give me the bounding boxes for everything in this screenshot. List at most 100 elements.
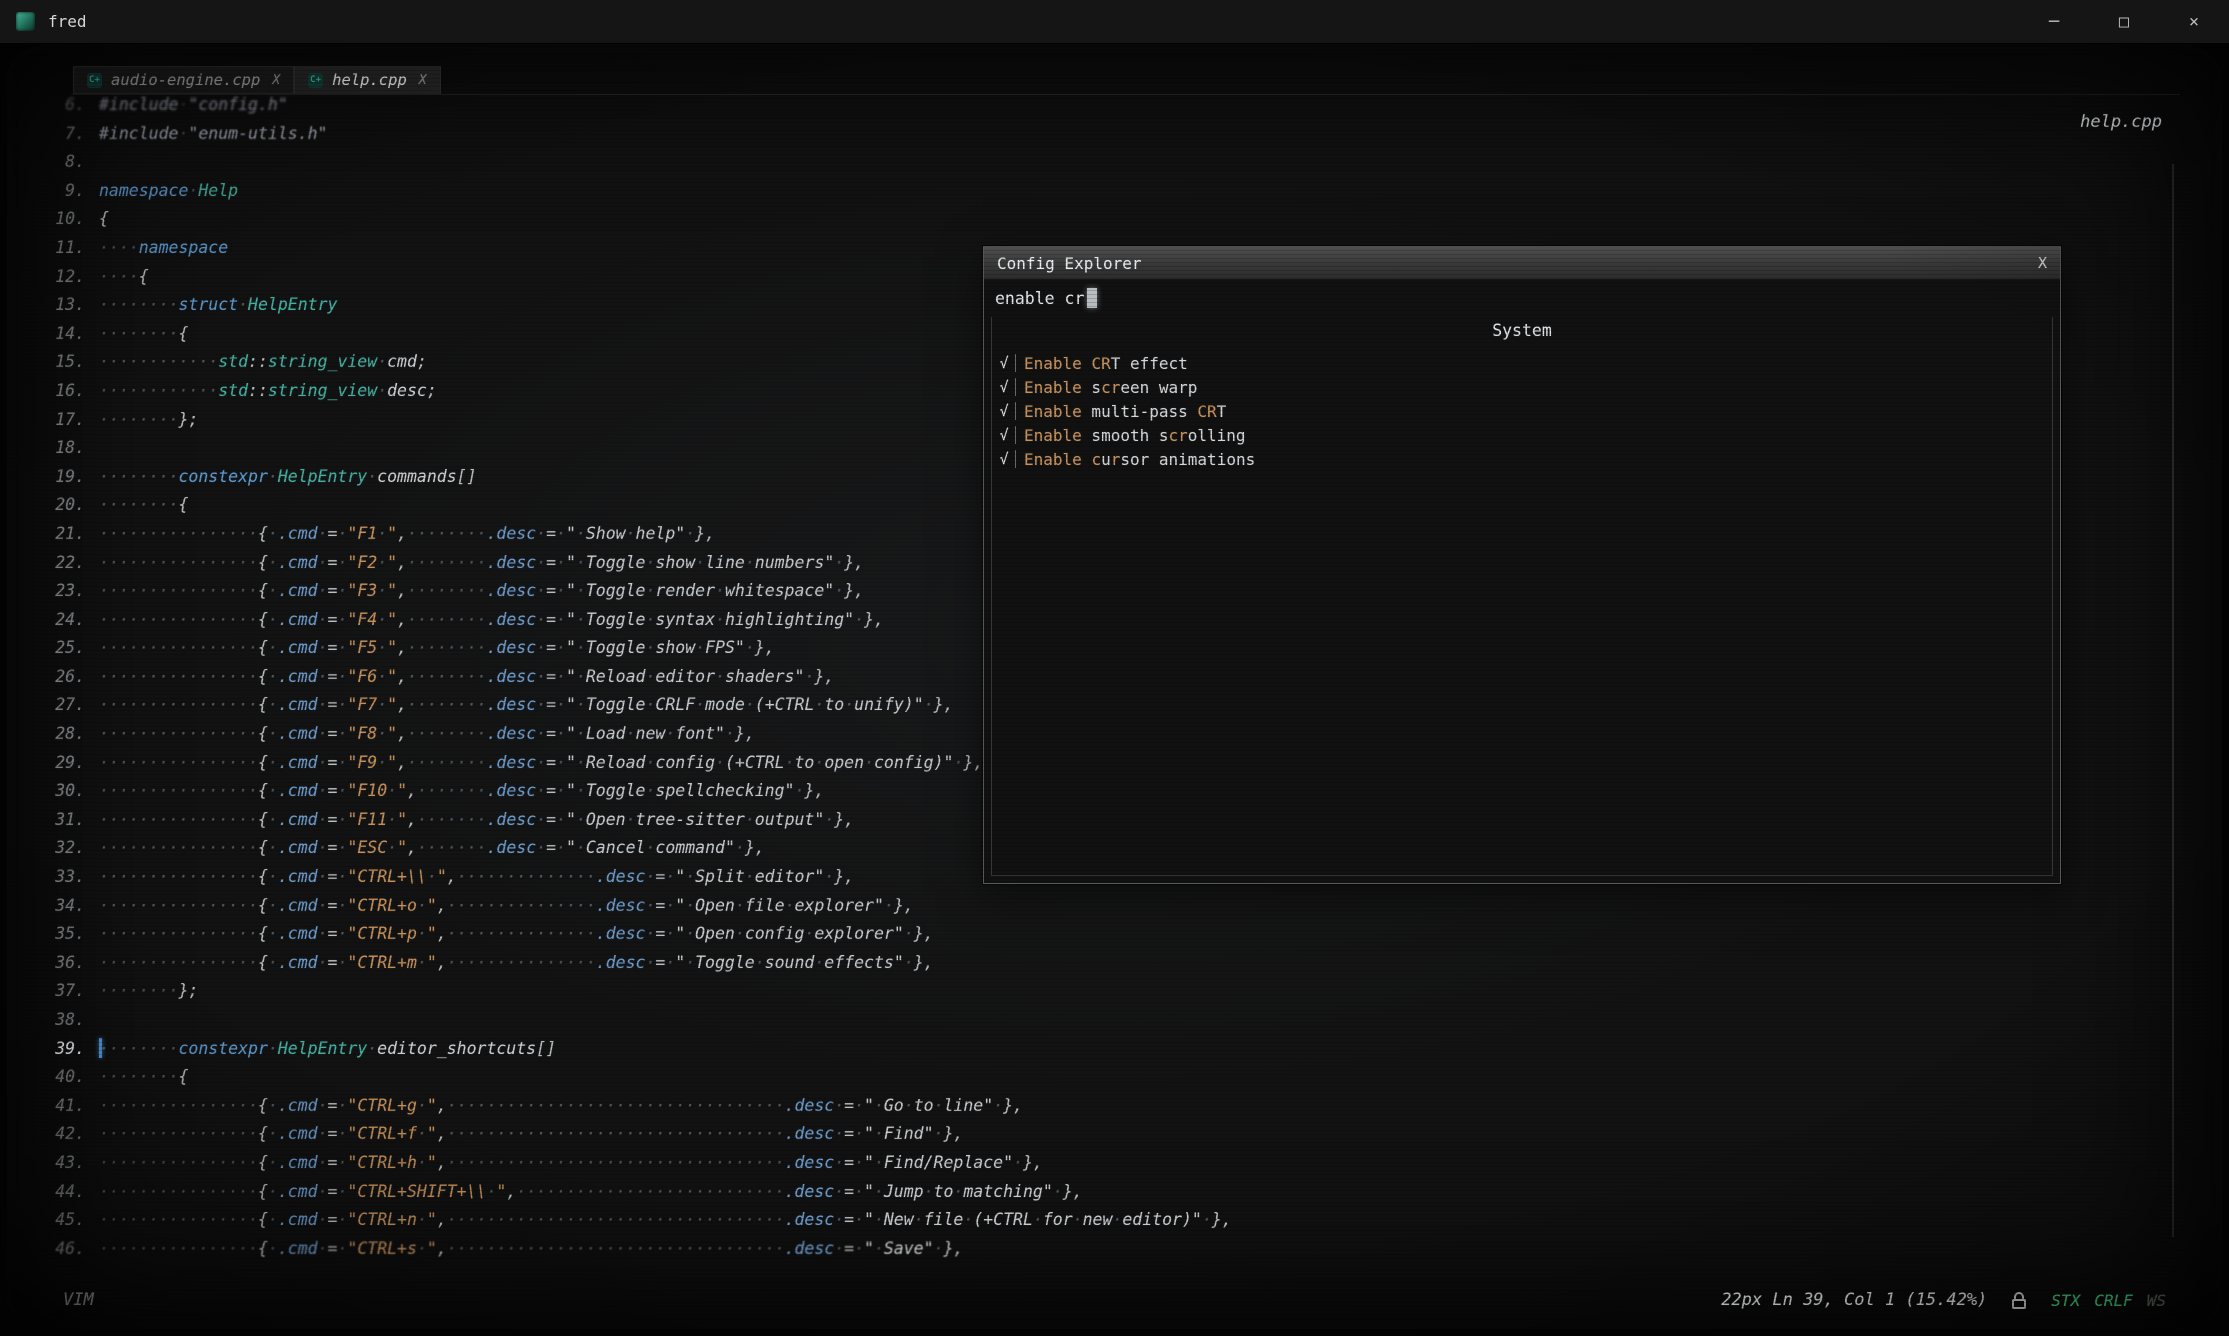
- code-line[interactable]: 36.················{·.cmd·=·"CTRL+m·",··…: [7, 949, 1232, 978]
- line-content: ········{: [99, 320, 188, 349]
- line-number: 18.: [7, 434, 99, 463]
- tab-close-icon[interactable]: X: [272, 73, 280, 88]
- line-number: 19.: [7, 463, 99, 492]
- line-number: 33.: [7, 863, 99, 892]
- line-content: #include·"config.h": [99, 91, 288, 120]
- active-file-label: help.cpp: [2080, 112, 2162, 132]
- code-line[interactable]: 46.················{·.cmd·=·"CTRL+s·",··…: [7, 1235, 1232, 1264]
- minimize-icon[interactable]: ─: [2019, 0, 2089, 43]
- code-line[interactable]: 6.#include·"config.h": [7, 91, 1232, 120]
- code-line[interactable]: 39.········constexpr·HelpEntry·editor_sh…: [7, 1035, 1232, 1064]
- divider: [1015, 450, 1016, 468]
- line-number: 44.: [7, 1178, 99, 1207]
- line-content: ················{·.cmd·=·"CTRL+g·",·····…: [99, 1092, 1023, 1121]
- code-line[interactable]: 37.········};: [7, 977, 1232, 1006]
- checkmark-icon: √: [995, 426, 1013, 444]
- line-content: ················{·.cmd·=·"CTRL+h·",·····…: [99, 1149, 1043, 1178]
- line-number: 42.: [7, 1120, 99, 1149]
- line-content: ················{·.cmd·=·"F2·",········.…: [99, 549, 864, 578]
- vim-mode-indicator: VIM: [63, 1290, 94, 1310]
- block-cursor: [1087, 288, 1097, 308]
- config-option-row[interactable]: √Enable screen warp: [992, 375, 2052, 399]
- line-content: ················{·.cmd·=·"CTRL+f·",·····…: [99, 1120, 963, 1149]
- section-header: System: [992, 317, 2052, 345]
- config-option-row[interactable]: √Enable CRT effect: [992, 351, 2052, 375]
- line-content: ····namespace: [99, 234, 228, 263]
- tab-bar: C+audio-engine.cppXC+help.cppX: [73, 66, 441, 94]
- lock-body: [2012, 1299, 2026, 1309]
- line-number: 24.: [7, 606, 99, 635]
- tab-help-cpp[interactable]: C+ help.cpp X: [294, 66, 440, 94]
- line-number: 6.: [7, 91, 99, 120]
- line-content: ················{·.cmd·=·"ESC·",·······.…: [99, 834, 765, 863]
- checkmark-icon: √: [995, 378, 1013, 396]
- line-number: 32.: [7, 834, 99, 863]
- code-line[interactable]: 9.namespace·Help: [7, 177, 1232, 206]
- config-explorer-popup: Config Explorer X enable cr System √Enab…: [983, 246, 2061, 884]
- code-line[interactable]: 44.················{·.cmd·=·"CTRL+SHIFT+…: [7, 1178, 1232, 1207]
- option-label: Enable CRT effect: [1024, 354, 1188, 373]
- line-number: 11.: [7, 234, 99, 263]
- line-content: ················{·.cmd·=·"CTRL+p·",·····…: [99, 920, 934, 949]
- line-number: 13.: [7, 291, 99, 320]
- divider: [1015, 378, 1016, 396]
- close-icon[interactable]: ×: [2159, 0, 2229, 43]
- popup-close-button[interactable]: X: [2038, 254, 2047, 272]
- tab-label: help.cpp: [332, 71, 407, 89]
- code-line[interactable]: 41.················{·.cmd·=·"CTRL+g·",··…: [7, 1092, 1232, 1121]
- tab-close-icon[interactable]: X: [419, 73, 427, 88]
- status-bar: VIM 22px Ln 39, Col 1 (15.42%) STXCRLFWS: [63, 1285, 2166, 1315]
- line-content: ················{·.cmd·=·"F5·",········.…: [99, 634, 775, 663]
- line-content: ················{·.cmd·=·"F7·",········.…: [99, 691, 954, 720]
- line-number: 27.: [7, 691, 99, 720]
- code-line[interactable]: 7.#include·"enum-utils.h": [7, 120, 1232, 149]
- code-line[interactable]: 42.················{·.cmd·=·"CTRL+f·",··…: [7, 1120, 1232, 1149]
- line-number: 36.: [7, 949, 99, 978]
- code-line[interactable]: 10.{: [7, 205, 1232, 234]
- line-number: 26.: [7, 663, 99, 692]
- line-number: 45.: [7, 1206, 99, 1235]
- config-option-row[interactable]: √Enable cursor animations: [992, 447, 2052, 471]
- popup-body: System √Enable CRT effect√Enable screen …: [991, 317, 2053, 876]
- line-content: ········constexpr·HelpEntry·editor_short…: [99, 1035, 556, 1064]
- crt-screen: 6.#include·"config.h"7.#include·"enum-ut…: [7, 44, 2222, 1329]
- code-line[interactable]: 34.················{·.cmd·=·"CTRL+o·",··…: [7, 892, 1232, 921]
- tab-label: audio-engine.cpp: [111, 71, 260, 89]
- line-content: ················{·.cmd·=·"F1·",········.…: [99, 520, 715, 549]
- line-content: ················{·.cmd·=·"F10·",·······.…: [99, 777, 824, 806]
- line-content: namespace·Help: [99, 177, 238, 206]
- scrollbar[interactable]: [2172, 164, 2174, 1237]
- status-flag-stx: STX: [2051, 1291, 2080, 1310]
- code-line[interactable]: 38.: [7, 1006, 1232, 1035]
- line-number: 9.: [7, 177, 99, 206]
- config-search-input[interactable]: enable cr: [984, 280, 2060, 316]
- line-content: #include·"enum-utils.h": [99, 120, 328, 149]
- divider: [1015, 402, 1016, 420]
- line-content: ············std::string_view·desc;: [99, 377, 437, 406]
- option-label: Enable smooth scrolling: [1024, 426, 1246, 445]
- checkmark-icon: √: [995, 402, 1013, 420]
- line-content: ················{·.cmd·=·"F8·",········.…: [99, 720, 755, 749]
- tab-audio-engine-cpp[interactable]: C+audio-engine.cppX: [73, 66, 294, 94]
- maximize-icon[interactable]: □: [2089, 0, 2159, 43]
- option-label: Enable cursor animations: [1024, 450, 1255, 469]
- line-content: ················{·.cmd·=·"CTRL+o·",·····…: [99, 892, 914, 921]
- config-option-row[interactable]: √Enable multi-pass CRT: [992, 399, 2052, 423]
- window-titlebar: fred ─ □ ×: [0, 0, 2229, 44]
- cpp-file-icon: C+: [308, 73, 323, 88]
- code-line[interactable]: 8.: [7, 148, 1232, 177]
- line-number: 37.: [7, 977, 99, 1006]
- config-option-row[interactable]: √ Enable smooth scrolling: [992, 423, 2052, 447]
- line-number: 10.: [7, 205, 99, 234]
- code-line[interactable]: 40.········{: [7, 1063, 1232, 1092]
- code-line[interactable]: 35.················{·.cmd·=·"CTRL+p·",··…: [7, 920, 1232, 949]
- line-number: 40.: [7, 1063, 99, 1092]
- cursor-position-text: 22px Ln 39, Col 1 (15.42%): [1721, 1290, 1987, 1310]
- divider: [1015, 426, 1016, 444]
- code-line[interactable]: 45.················{·.cmd·=·"CTRL+n·",··…: [7, 1206, 1232, 1235]
- popup-titlebar[interactable]: Config Explorer X: [984, 247, 2060, 280]
- line-content: ········{: [99, 491, 188, 520]
- popup-title: Config Explorer: [997, 254, 1142, 273]
- line-content: ················{·.cmd·=·"F9·",········.…: [99, 749, 983, 778]
- code-line[interactable]: 43.················{·.cmd·=·"CTRL+h·",··…: [7, 1149, 1232, 1178]
